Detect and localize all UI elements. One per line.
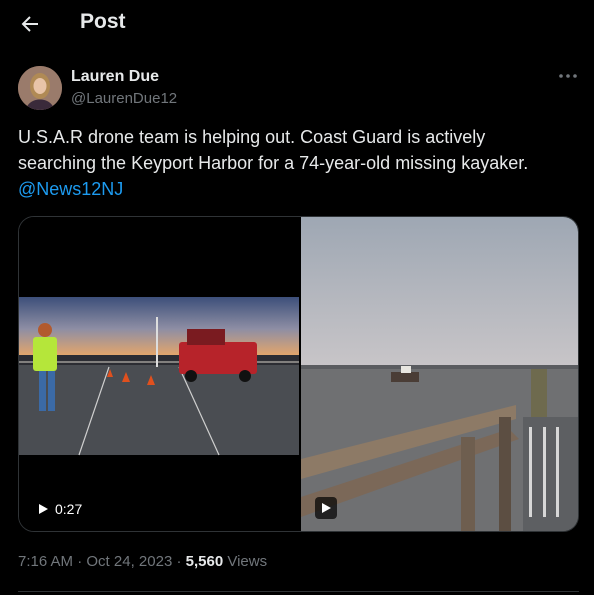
- post-date[interactable]: Oct 24, 2023: [86, 553, 172, 570]
- video-1-frame: [19, 297, 299, 456]
- post-time[interactable]: 7:16 AM: [18, 553, 73, 570]
- mention-link[interactable]: @News12NJ: [18, 179, 123, 199]
- more-horizontal-icon: [559, 74, 577, 78]
- more-options-button[interactable]: [556, 66, 580, 86]
- views-count: 5,560: [185, 553, 224, 570]
- tweet-text-line: U.S.A.R drone team is helping out. Coast…: [18, 127, 486, 147]
- tweet-text-line: searching the Keyport Harbor for a 74-ye…: [18, 153, 529, 173]
- video-duration: 0:27: [55, 501, 83, 517]
- meta-separator: ·: [77, 553, 83, 570]
- back-button[interactable]: [18, 12, 42, 36]
- video-duration-badge: 0:27: [31, 497, 91, 521]
- play-icon: [322, 503, 331, 513]
- divider: [18, 591, 579, 592]
- video-2-frame: [301, 217, 578, 531]
- tweet-text: U.S.A.R drone team is helping out. Coast…: [18, 124, 578, 202]
- views-label: Views: [227, 553, 268, 570]
- post-meta: 7:16 AM · Oct 24, 2023 · 5,560 Views: [18, 553, 267, 570]
- video-thumbnail-2[interactable]: [301, 217, 578, 531]
- media-grid: 0:27: [18, 216, 579, 532]
- author-name[interactable]: Lauren Due: [71, 68, 159, 86]
- arrow-left-icon: [21, 16, 38, 32]
- avatar[interactable]: [18, 66, 62, 110]
- post-header: Post: [0, 0, 594, 50]
- meta-separator: ·: [176, 553, 182, 570]
- play-icon: [39, 504, 48, 514]
- author-handle[interactable]: @LaurenDue12: [71, 90, 177, 107]
- video-thumbnail-1[interactable]: 0:27: [19, 217, 299, 531]
- page-title: Post: [80, 10, 126, 33]
- video-play-badge: [315, 497, 337, 519]
